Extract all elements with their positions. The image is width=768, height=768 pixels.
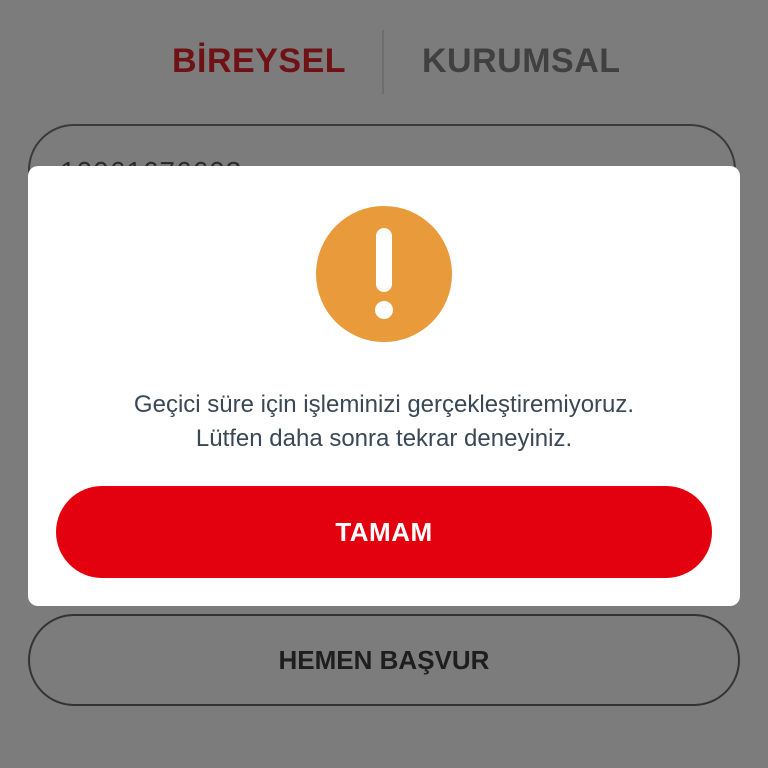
- dialog-message-line2: Lütfen daha sonra tekrar deneyiniz.: [195, 425, 573, 452]
- exclamation-bar: [376, 228, 392, 292]
- dialog-message: Geçici süre için işleminizi gerçekleştir…: [28, 388, 740, 456]
- error-dialog: Geçici süre için işleminizi gerçekleştir…: [28, 166, 740, 606]
- dialog-message-line1: Geçici süre için işleminizi gerçekleştir…: [133, 391, 635, 418]
- tab-corporate[interactable]: KURUMSAL: [422, 42, 621, 81]
- apply-now-button[interactable]: HEMEN BAŞVUR: [28, 614, 740, 706]
- exclamation-dot: [375, 301, 393, 319]
- ok-button[interactable]: TAMAM: [56, 486, 712, 578]
- tab-individual[interactable]: BİREYSEL: [172, 42, 346, 81]
- tab-divider: [382, 30, 384, 94]
- customer-type-tabs: BİREYSEL KURUMSAL: [0, 30, 768, 94]
- warning-exclamation-icon: [316, 206, 452, 342]
